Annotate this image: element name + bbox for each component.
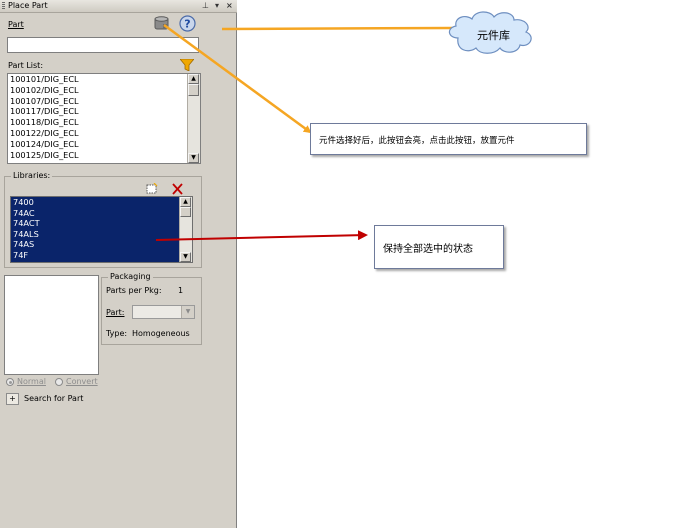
arrow-to-cloud <box>221 26 453 31</box>
cloud-label: 元件库 <box>477 29 510 42</box>
callout-libraries: 保持全部选中的状态 <box>374 225 504 269</box>
callout-libraries-text: 保持全部选中的状态 <box>383 244 473 255</box>
callout-place-button: 元件选择好后，此按钮会亮，点击此按钮，放置元件 <box>310 123 587 155</box>
arrow-to-libraries-callout <box>155 230 368 241</box>
callout-place-button-text: 元件选择好后，此按钮会亮，点击此按钮，放置元件 <box>319 136 515 146</box>
annotation-arrows <box>155 11 532 241</box>
arrow-to-button-callout <box>163 23 312 134</box>
